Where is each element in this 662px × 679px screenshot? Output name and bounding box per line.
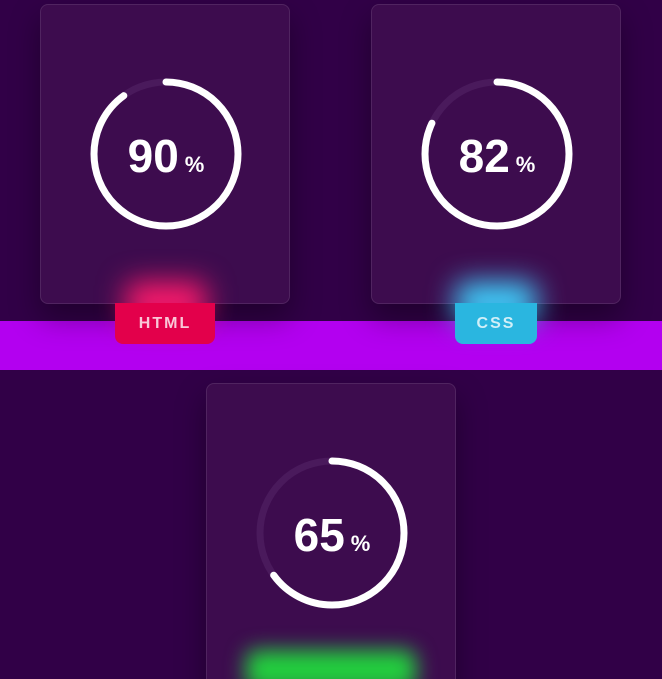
skills-page: 90% HTML 82% CSS 65%	[0, 0, 662, 679]
skill-number: 90	[127, 130, 179, 182]
percent-sign: %	[350, 531, 371, 556]
skill-card-html: 90%	[40, 4, 290, 304]
accent-band	[0, 321, 662, 370]
skill-number: 82	[458, 130, 510, 182]
skill-card-third: 65%	[206, 383, 456, 679]
third-tag-glow	[246, 650, 416, 679]
percent-sign: %	[515, 152, 536, 177]
percent-sign: %	[184, 152, 205, 177]
skill-card-css: 82%	[371, 4, 621, 304]
html-tag: HTML	[115, 303, 215, 344]
skill-number: 65	[293, 509, 345, 561]
skill-value: 90%	[41, 129, 291, 183]
skill-value: 82%	[372, 129, 622, 183]
css-tag: CSS	[455, 303, 537, 344]
skill-value: 65%	[207, 508, 457, 562]
